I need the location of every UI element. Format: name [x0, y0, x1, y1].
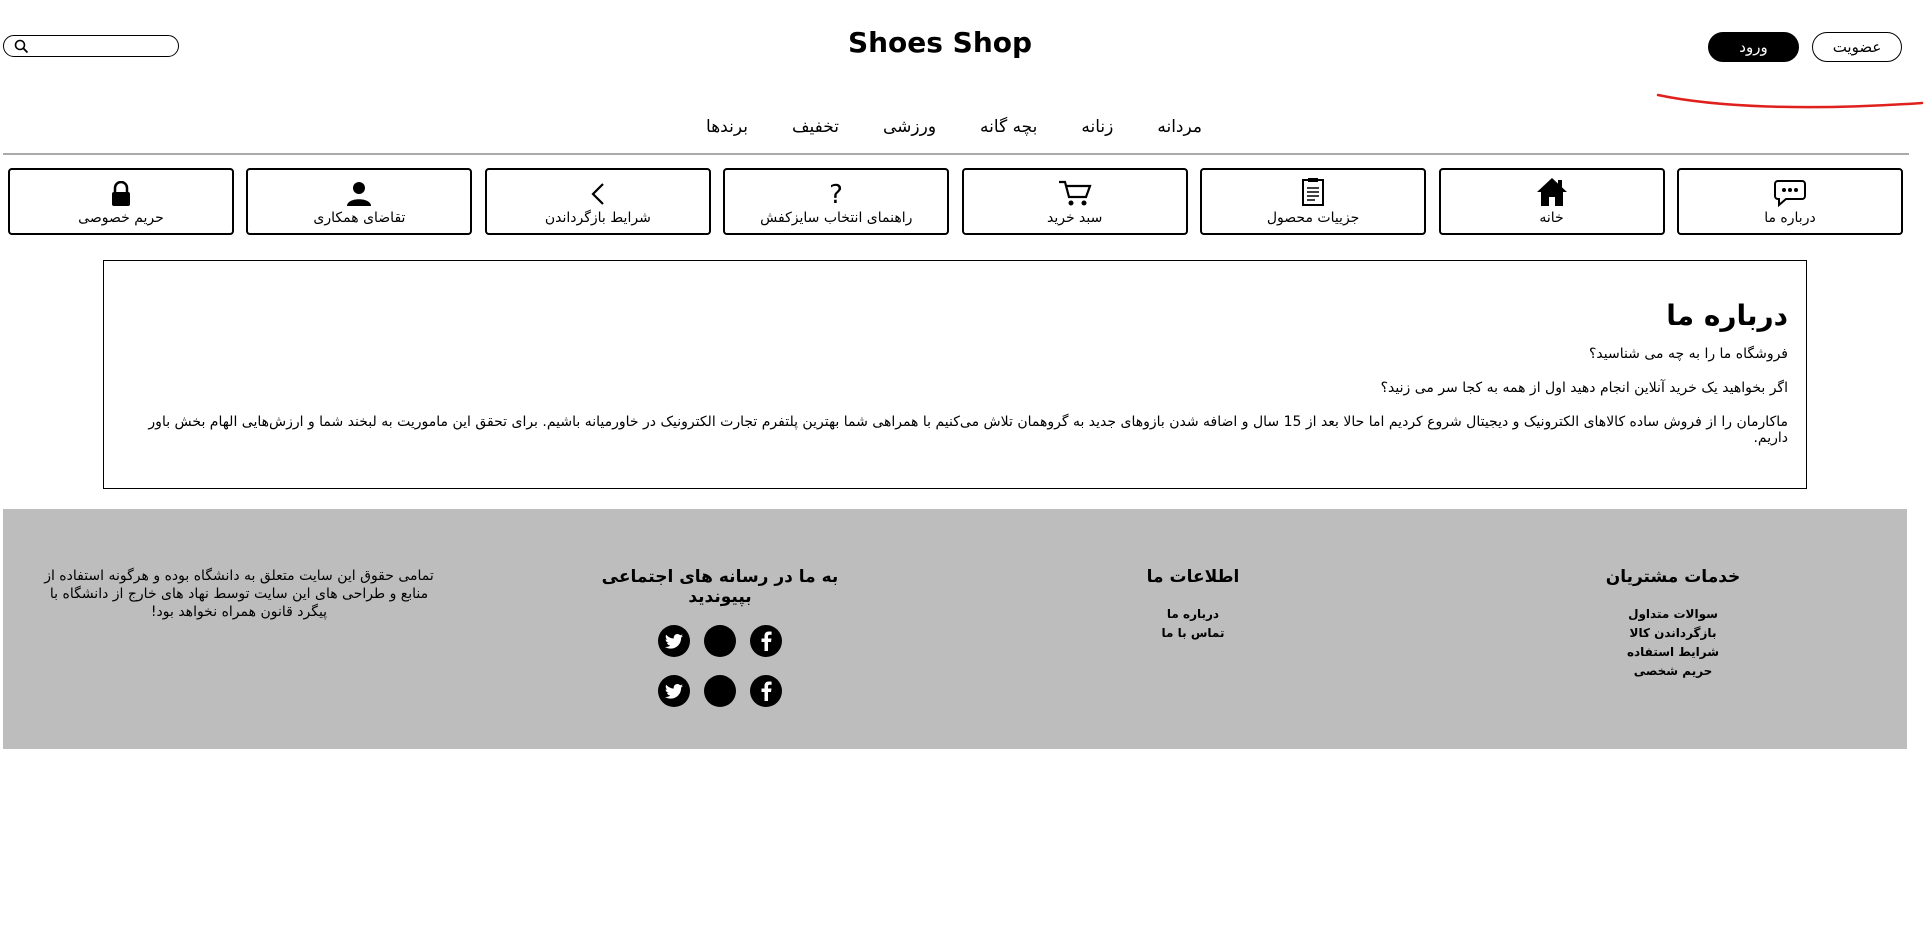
google-plus-icon[interactable]: G+	[704, 675, 736, 707]
svg-text:?: ?	[829, 180, 843, 207]
login-button[interactable]: ورود	[1708, 32, 1799, 62]
search-box[interactable]	[3, 35, 179, 57]
search-icon	[14, 39, 29, 54]
category-sports[interactable]: ورزشی	[883, 117, 936, 137]
footer-customer-services: خدمات مشتریان سوالات متداول بازگرداندن ک…	[1563, 567, 1783, 681]
footer-social: به ما در رسانه های اجتماعی بپیوندید G+ G…	[570, 567, 870, 725]
tile-home[interactable]: خانه	[1438, 168, 1665, 235]
home-icon	[1536, 178, 1567, 206]
footer-heading: خدمات مشتریان	[1605, 567, 1741, 587]
site-title: Shoes Shop	[847, 26, 1033, 59]
tile-about-us[interactable]: درباره ما	[1676, 168, 1903, 235]
tile-label: جزییات محصول	[1266, 210, 1360, 226]
register-button[interactable]: عضویت	[1812, 32, 1902, 62]
tile-return-policy[interactable]: شرایط بازگرداندن	[484, 168, 711, 235]
tile-privacy[interactable]: حریم خصوصی	[8, 168, 234, 235]
tile-cooperation[interactable]: تقاضای همکاری	[246, 168, 473, 235]
document-icon	[1302, 178, 1325, 206]
category-men[interactable]: مردانه	[1157, 117, 1202, 137]
footer-heading: به ما در رسانه های اجتماعی بپیوندید	[601, 567, 839, 607]
chevron-left-icon	[591, 183, 604, 205]
social-row: G+	[570, 625, 870, 657]
cart-icon	[1058, 180, 1092, 206]
quick-links: درباره ما خانه جزییات محصول سبد خرید ? ر…	[8, 168, 1903, 235]
facebook-icon[interactable]	[750, 625, 782, 657]
category-nav: مردانه زنانه بچه گانه ورزشی تخفیف برندها	[0, 112, 1908, 142]
user-icon	[347, 182, 372, 206]
category-brands[interactable]: برندها	[706, 117, 748, 137]
tile-cart[interactable]: سبد خرید	[961, 168, 1188, 235]
footer: خدمات مشتریان سوالات متداول بازگرداندن ک…	[3, 509, 1907, 749]
category-discount[interactable]: تخفیف	[792, 117, 839, 137]
social-row: G+	[570, 675, 870, 707]
tile-size-guide[interactable]: ? راهنمای انتخاب سایزکفش	[723, 168, 950, 235]
facebook-icon[interactable]	[750, 675, 782, 707]
about-paragraph: ماکارمان را از فروش ساده کالاهای الکترون…	[148, 414, 1788, 446]
footer-link-privacy[interactable]: حریم شخصی	[1563, 662, 1783, 681]
tile-label: خانه	[1539, 210, 1564, 226]
nav-divider	[3, 153, 1909, 155]
tile-label: درباره ما	[1764, 210, 1816, 226]
tile-product-details[interactable]: جزییات محصول	[1200, 168, 1427, 235]
about-panel: درباره ما فروشگاه ما را به چه می شناسید؟…	[103, 260, 1807, 489]
tile-label: راهنمای انتخاب سایزکفش	[760, 210, 913, 226]
about-paragraph: فروشگاه ما را به چه می شناسید؟	[1588, 346, 1788, 362]
footer-link-contact[interactable]: تماس با ما	[1093, 624, 1293, 643]
footer-link-terms[interactable]: شرایط استفاده	[1563, 643, 1783, 662]
footer-info: اطلاعات ما درباره ما تماس با ما	[1093, 567, 1293, 643]
twitter-icon[interactable]	[658, 625, 690, 657]
tile-label: تقاضای همکاری	[313, 210, 406, 226]
tile-label: سبد خرید	[1046, 210, 1103, 226]
red-annotation-stroke	[1656, 93, 1924, 109]
footer-link-returns[interactable]: بازگرداندن کالا	[1563, 624, 1783, 643]
footer-link-about[interactable]: درباره ما	[1093, 605, 1293, 624]
lock-icon	[112, 181, 130, 206]
twitter-icon[interactable]	[658, 675, 690, 707]
footer-link-faq[interactable]: سوالات متداول	[1563, 605, 1783, 624]
footer-heading: اطلاعات ما	[1146, 567, 1240, 587]
tile-label: حریم خصوصی	[78, 210, 164, 226]
chat-icon	[1773, 180, 1806, 207]
tile-label: شرایط بازگرداندن	[544, 210, 651, 226]
search-input[interactable]	[34, 38, 170, 54]
about-paragraph: اگر بخواهید یک خرید آنلاین انجام دهید او…	[1380, 380, 1788, 396]
footer-copyright: تمامی حقوق این سایت متعلق به دانشگاه بود…	[44, 568, 434, 620]
google-plus-icon[interactable]: G+	[704, 625, 736, 657]
question-icon: ?	[829, 180, 843, 207]
category-women[interactable]: زنانه	[1081, 117, 1113, 137]
about-title: درباره ما	[1666, 299, 1788, 332]
category-kids[interactable]: بچه گانه	[980, 117, 1037, 137]
